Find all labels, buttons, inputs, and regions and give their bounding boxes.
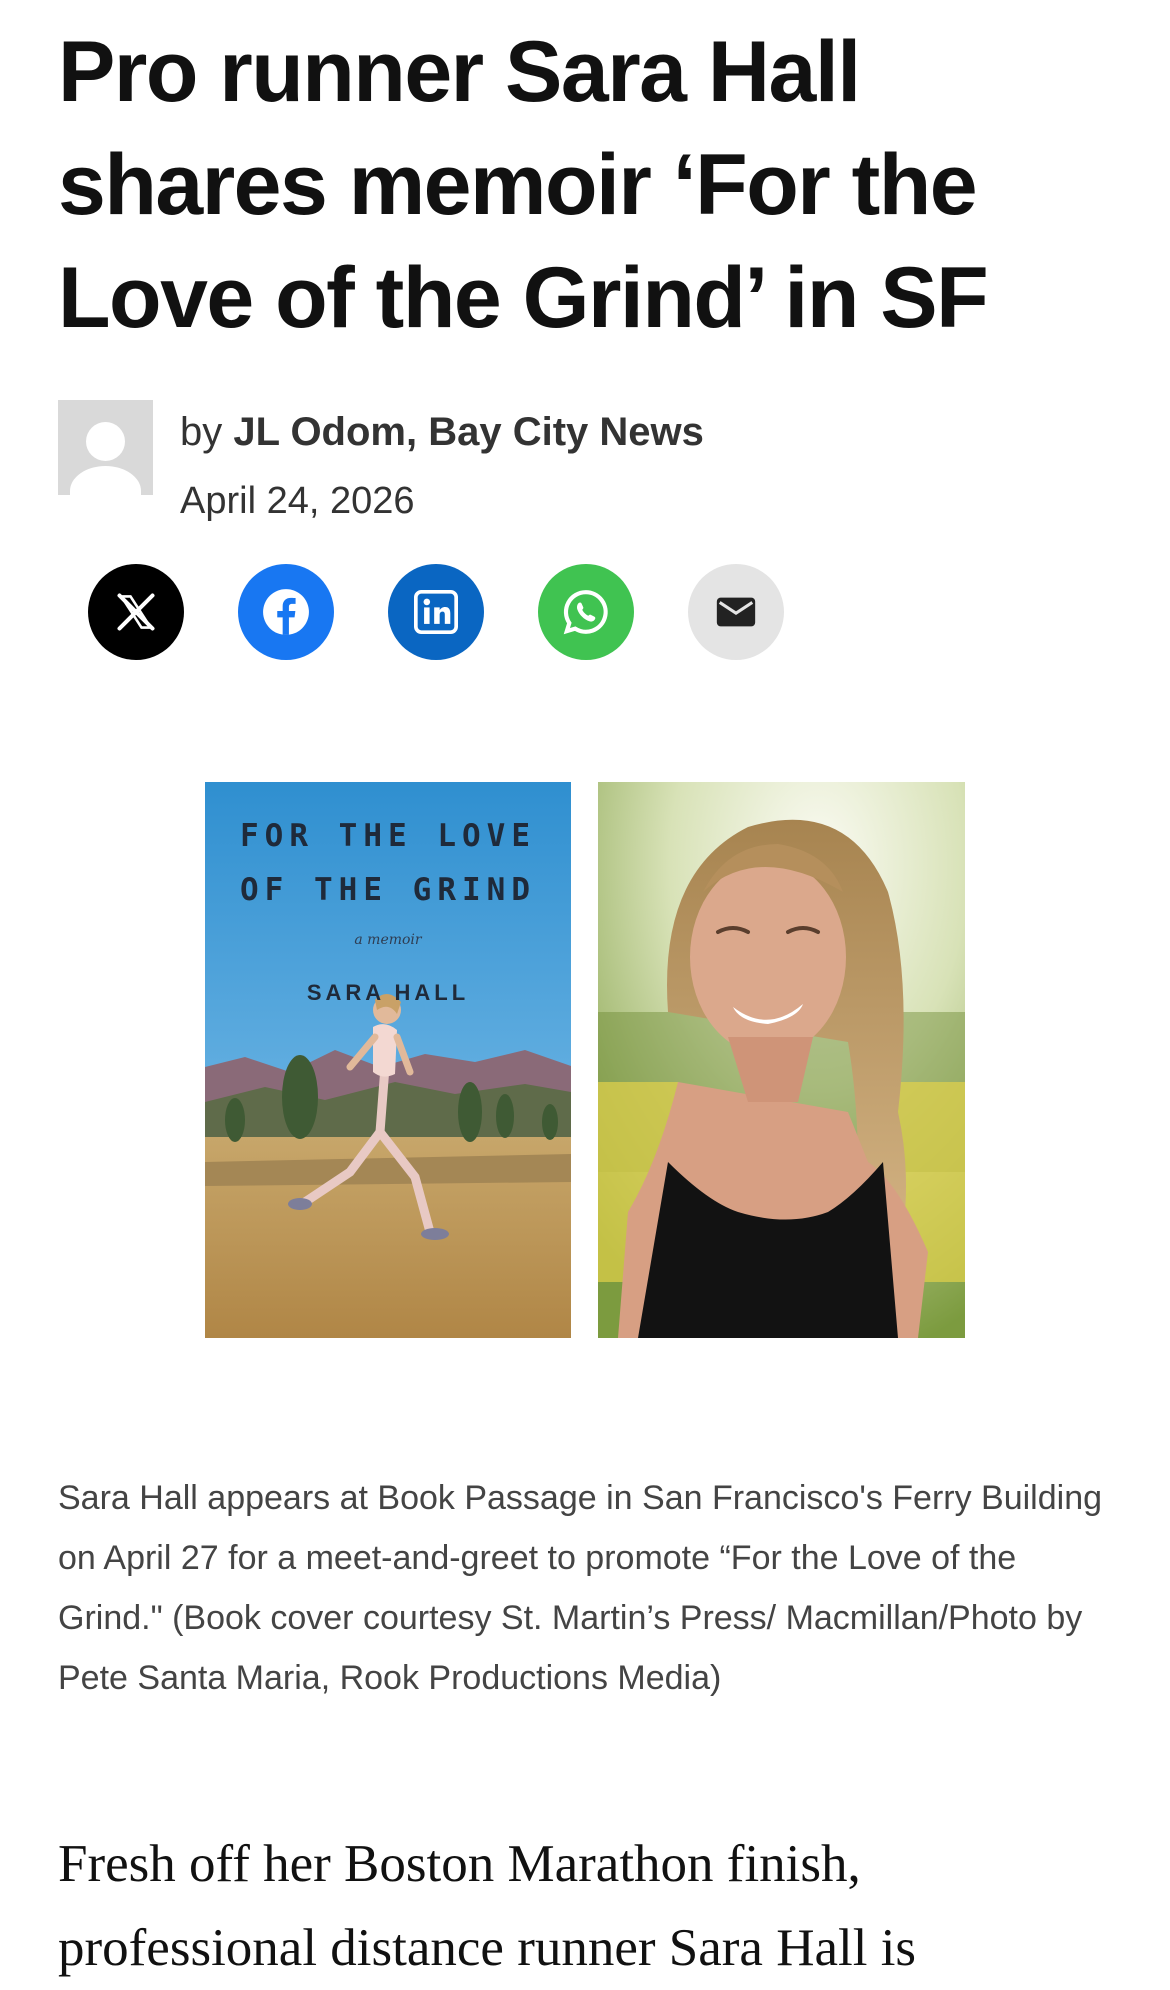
avatar-shoulders [70,466,141,495]
book-cover-image: FOR THE LOVE OF THE GRIND a memoir SARA … [205,782,571,1338]
article: Pro runner Sara Hall shares memoir ‘For … [0,0,1170,1983]
author-avatar[interactable] [58,400,153,495]
byline: by JL Odom, Bay City News [180,408,704,456]
x-icon [117,593,155,631]
article-image[interactable]: FOR THE LOVE OF THE GRIND a memoir SARA … [205,782,965,1338]
share-email-button[interactable] [688,564,784,660]
cover-author: SARA HALL [306,980,470,1005]
cover-title-line2: OF THE GRIND [240,872,536,908]
byline-prefix: by [180,410,223,454]
avatar-head [86,422,125,461]
publish-date: April 24, 2026 [180,480,415,522]
linkedin-icon [414,590,458,634]
article-body-paragraph: Fresh off her Boston Marathon finish, pr… [58,1835,917,1977]
share-facebook-button[interactable] [238,564,334,660]
cover-title-line1: FOR THE LOVE [240,818,536,854]
facebook-icon [263,589,309,635]
author-link[interactable]: JL Odom, Bay City News [233,410,704,454]
share-buttons [88,564,788,660]
image-caption: Sara Hall appears at Book Passage in San… [58,1479,1103,1697]
article-headline: Pro runner Sara Hall shares memoir ‘For … [58,24,989,346]
share-x-button[interactable] [88,564,184,660]
share-linkedin-button[interactable] [388,564,484,660]
email-icon [716,597,756,627]
author-portrait-image [598,782,965,1338]
whatsapp-icon [563,590,608,635]
share-whatsapp-button[interactable] [538,564,634,660]
cover-subtitle: a memoir [354,932,422,948]
